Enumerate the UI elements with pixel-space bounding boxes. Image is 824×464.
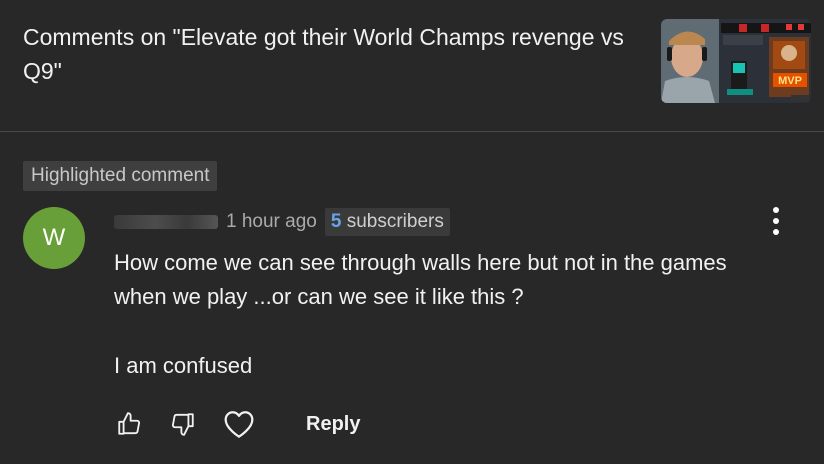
highlighted-comment-badge: Highlighted comment xyxy=(23,161,218,191)
comment-meta: 1 hour ago 5 subscribers xyxy=(114,207,450,237)
page-title: Comments on "Elevate got their World Cha… xyxy=(23,24,624,84)
comment-timestamp[interactable]: 1 hour ago xyxy=(226,211,317,233)
comment-line: How come we can see through walls here b… xyxy=(114,250,727,275)
more-dot xyxy=(773,229,779,235)
more-dot xyxy=(773,218,779,224)
comment-line: when we play ...or can we see it like th… xyxy=(114,284,524,309)
thumbs-up-icon[interactable] xyxy=(114,409,144,439)
subscribers-label: subscribers xyxy=(346,211,444,232)
comment-blank-line xyxy=(114,314,814,349)
comments-page: Comments on "Elevate got their World Cha… xyxy=(0,0,824,464)
thumbnail-image: MVP xyxy=(661,19,811,103)
subscribers-badge: 5 subscribers xyxy=(324,208,450,236)
video-thumbnail[interactable]: MVP xyxy=(661,19,811,103)
subscribers-count: 5 xyxy=(330,211,342,232)
comment-text: How come we can see through walls here b… xyxy=(114,246,814,383)
comment-actions: Reply xyxy=(114,404,360,444)
comment-line: I am confused xyxy=(114,353,253,378)
thumbnail-mvp-text: MVP xyxy=(778,75,802,87)
reply-button[interactable]: Reply xyxy=(306,413,360,436)
thumbs-down-icon[interactable] xyxy=(168,409,198,439)
more-dot xyxy=(773,207,779,213)
comments-header: Comments on "Elevate got their World Cha… xyxy=(0,0,824,132)
avatar[interactable]: W xyxy=(23,207,85,269)
redacted-author-name[interactable] xyxy=(114,215,218,229)
more-options-icon[interactable] xyxy=(764,204,788,238)
heart-icon[interactable] xyxy=(222,407,256,441)
